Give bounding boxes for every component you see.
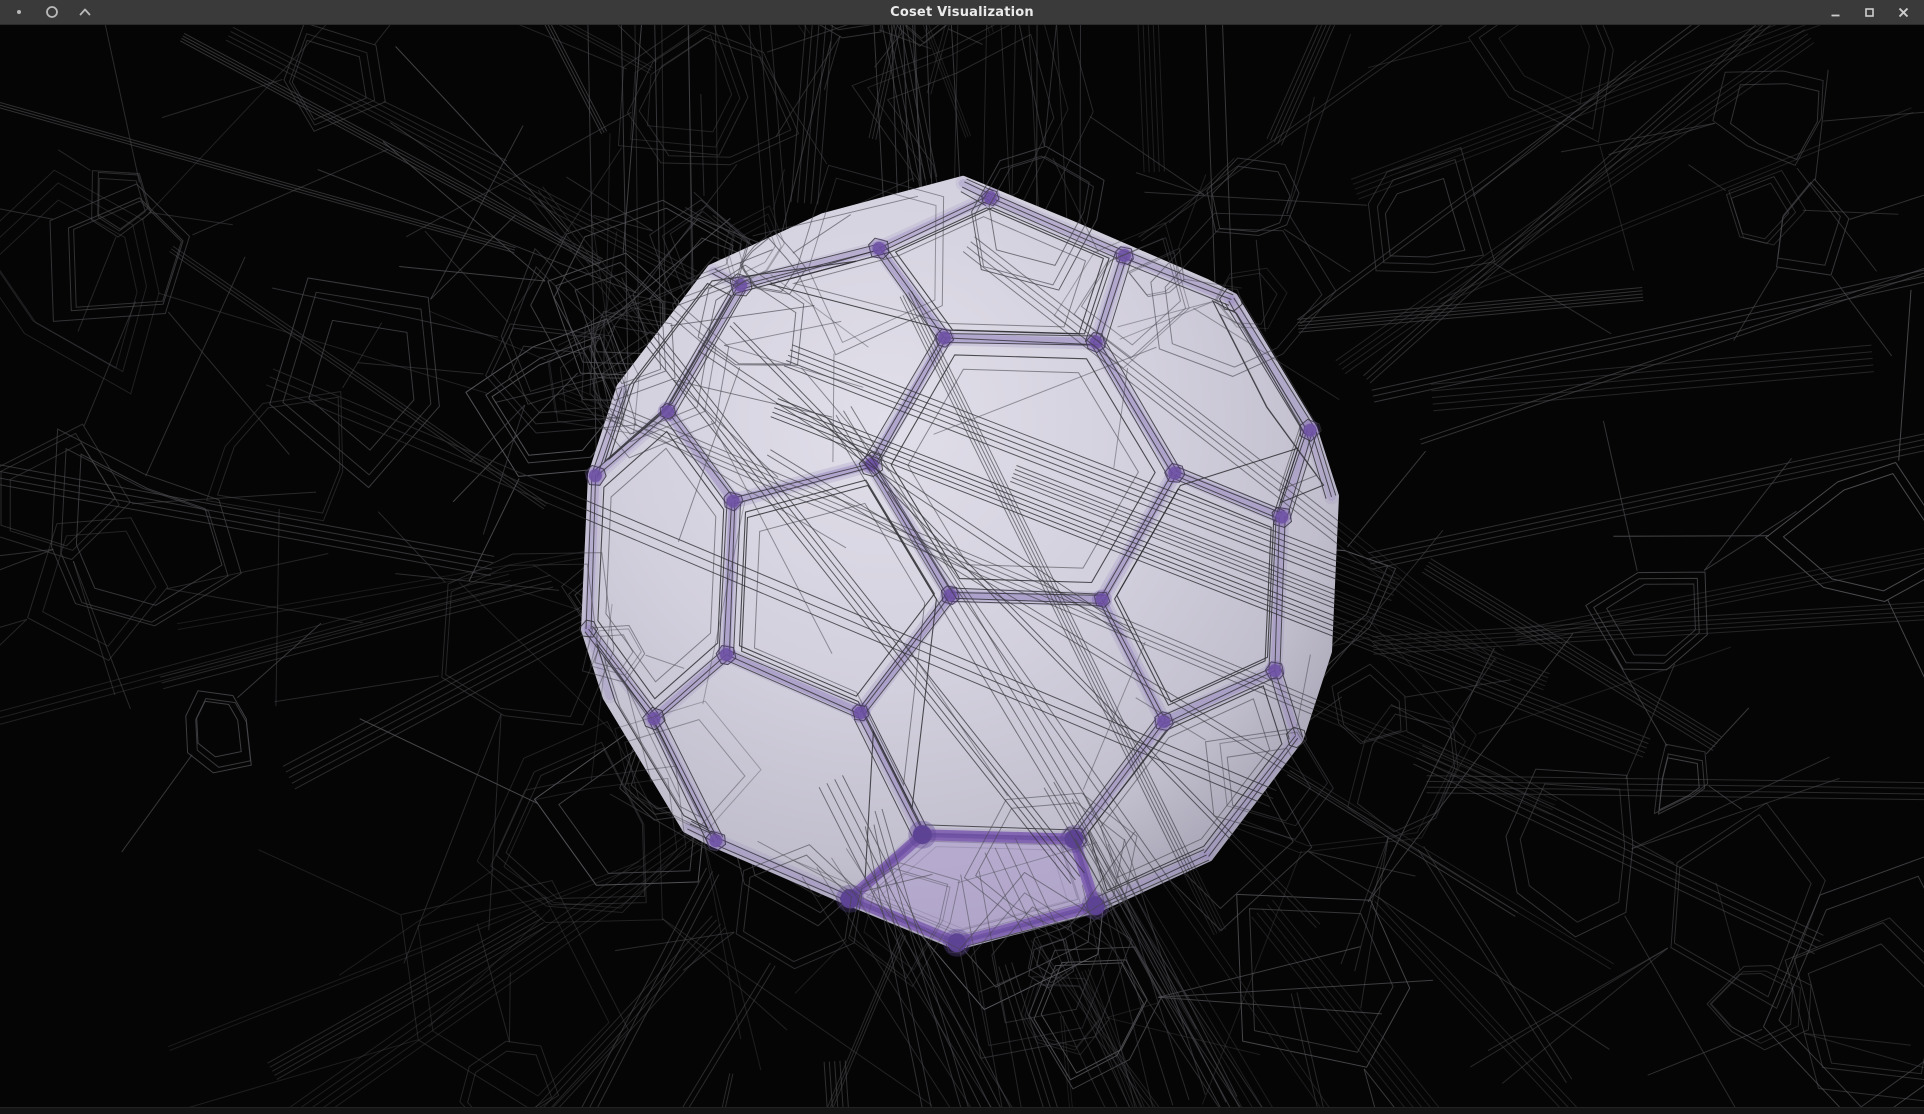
maximize-button[interactable]	[1862, 5, 1877, 20]
close-button[interactable]	[1896, 5, 1911, 20]
window-title: Coset Visualization	[0, 5, 1924, 20]
viewport-canvas[interactable]	[0, 0, 1924, 1114]
titlebar-left-icons	[0, 5, 92, 19]
window-controls	[1828, 5, 1924, 20]
chevron-up-icon[interactable]	[78, 5, 92, 19]
circle-icon[interactable]	[45, 5, 59, 19]
titlebar[interactable]: Coset Visualization	[0, 0, 1924, 25]
window-bottom-edge	[0, 1107, 1924, 1114]
dot-icon	[12, 5, 26, 19]
minimize-button[interactable]	[1828, 5, 1843, 20]
app-window: Coset Visualization	[0, 0, 1924, 1114]
